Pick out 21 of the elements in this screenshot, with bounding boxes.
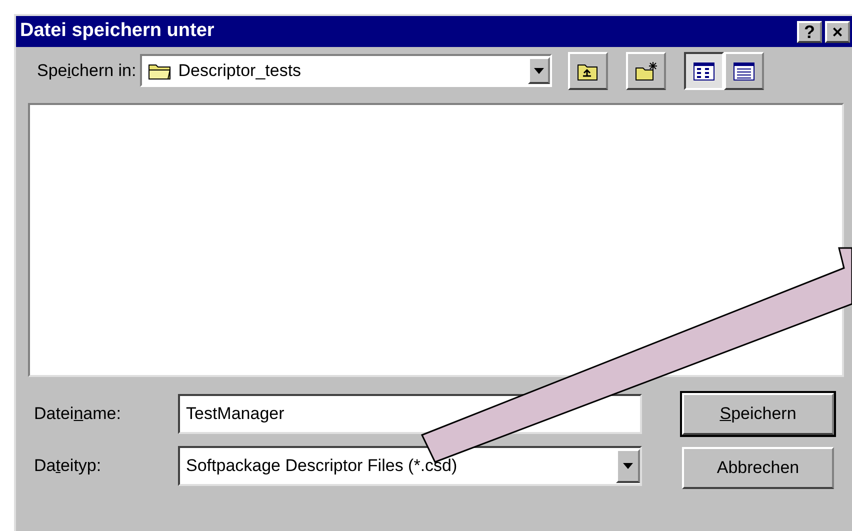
new-folder-icon: [634, 60, 658, 82]
help-button[interactable]: ?: [797, 20, 822, 42]
field-label: Speichern in:: [37, 60, 136, 82]
field-label: Dateiname:: [34, 403, 122, 426]
window-title: Datei speichern unter: [20, 19, 216, 44]
folder-name: Descriptor_tests: [178, 60, 302, 82]
folder-dropdown[interactable]: Descriptor_tests: [140, 54, 552, 87]
list-view-icon: [692, 60, 716, 82]
caret-icon: [534, 68, 544, 74]
save-button[interactable]: Speichern: [682, 393, 834, 435]
field-value: TestManager: [186, 403, 284, 426]
field-label: Dateityp:: [34, 455, 102, 478]
cancel-button[interactable]: Abbrechen: [682, 447, 834, 489]
details-view-icon: [732, 60, 756, 82]
close-button[interactable]: ×: [825, 20, 850, 42]
file-type-dropdown[interactable]: Softpackage Descriptor Files (*.csd): [178, 446, 642, 486]
field-value: Softpackage Descriptor Files (*.csd): [186, 455, 458, 478]
dropdown-button[interactable]: [616, 449, 640, 483]
dropdown-button[interactable]: [528, 57, 550, 84]
toolbar-button[interactable]: [684, 52, 724, 90]
folder-icon: [148, 62, 172, 80]
